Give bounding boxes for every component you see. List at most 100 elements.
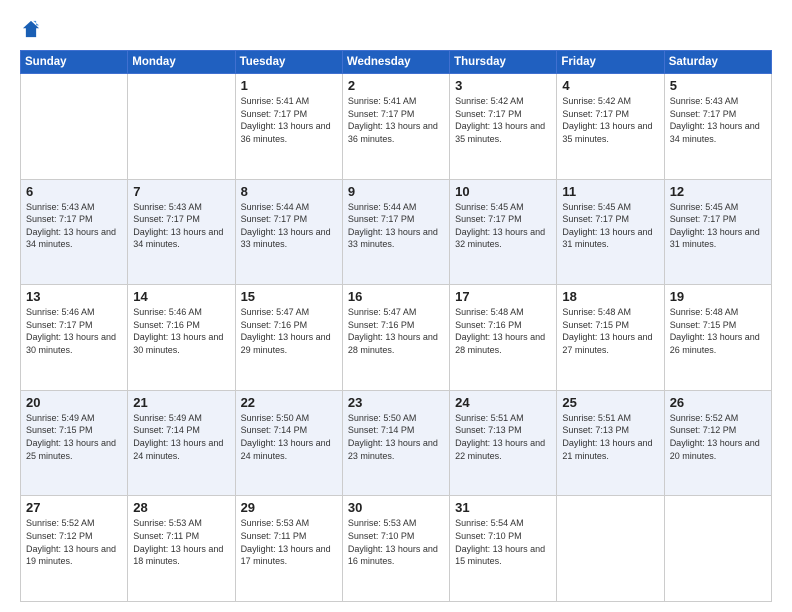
day-number: 1	[241, 78, 337, 93]
day-number: 29	[241, 500, 337, 515]
day-info: Sunrise: 5:52 AMSunset: 7:12 PMDaylight:…	[26, 517, 122, 567]
calendar-cell: 17 Sunrise: 5:48 AMSunset: 7:16 PMDayligh…	[450, 285, 557, 391]
day-number: 30	[348, 500, 444, 515]
day-number: 7	[133, 184, 229, 199]
day-number: 18	[562, 289, 658, 304]
calendar-cell: 18 Sunrise: 5:48 AMSunset: 7:15 PMDayligh…	[557, 285, 664, 391]
day-number: 15	[241, 289, 337, 304]
calendar-cell: 6 Sunrise: 5:43 AMSunset: 7:17 PMDaylight…	[21, 179, 128, 285]
weekday-header: Saturday	[664, 51, 771, 74]
calendar-week-row: 1 Sunrise: 5:41 AMSunset: 7:17 PMDaylight…	[21, 74, 772, 180]
weekday-header: Thursday	[450, 51, 557, 74]
day-info: Sunrise: 5:43 AMSunset: 7:17 PMDaylight:…	[26, 201, 122, 251]
page: SundayMondayTuesdayWednesdayThursdayFrid…	[0, 0, 792, 612]
day-number: 10	[455, 184, 551, 199]
calendar-cell: 25 Sunrise: 5:51 AMSunset: 7:13 PMDayligh…	[557, 390, 664, 496]
day-info: Sunrise: 5:51 AMSunset: 7:13 PMDaylight:…	[562, 412, 658, 462]
calendar-cell: 30 Sunrise: 5:53 AMSunset: 7:10 PMDayligh…	[342, 496, 449, 602]
day-info: Sunrise: 5:52 AMSunset: 7:12 PMDaylight:…	[670, 412, 766, 462]
calendar-cell: 22 Sunrise: 5:50 AMSunset: 7:14 PMDayligh…	[235, 390, 342, 496]
day-number: 11	[562, 184, 658, 199]
calendar-cell: 7 Sunrise: 5:43 AMSunset: 7:17 PMDaylight…	[128, 179, 235, 285]
weekday-header-row: SundayMondayTuesdayWednesdayThursdayFrid…	[21, 51, 772, 74]
calendar-cell: 16 Sunrise: 5:47 AMSunset: 7:16 PMDayligh…	[342, 285, 449, 391]
day-info: Sunrise: 5:49 AMSunset: 7:14 PMDaylight:…	[133, 412, 229, 462]
day-number: 12	[670, 184, 766, 199]
calendar-cell: 21 Sunrise: 5:49 AMSunset: 7:14 PMDayligh…	[128, 390, 235, 496]
day-number: 22	[241, 395, 337, 410]
day-info: Sunrise: 5:42 AMSunset: 7:17 PMDaylight:…	[455, 95, 551, 145]
day-info: Sunrise: 5:43 AMSunset: 7:17 PMDaylight:…	[670, 95, 766, 145]
calendar-cell	[128, 74, 235, 180]
day-number: 13	[26, 289, 122, 304]
calendar-cell: 15 Sunrise: 5:47 AMSunset: 7:16 PMDayligh…	[235, 285, 342, 391]
day-info: Sunrise: 5:50 AMSunset: 7:14 PMDaylight:…	[241, 412, 337, 462]
logo-icon	[20, 18, 42, 40]
calendar-cell	[664, 496, 771, 602]
calendar-week-row: 20Sunrise: 5:49 AMSunset: 7:15 PMDayligh…	[21, 390, 772, 496]
day-number: 28	[133, 500, 229, 515]
day-info: Sunrise: 5:48 AMSunset: 7:15 PMDaylight:…	[670, 306, 766, 356]
calendar-cell: 26 Sunrise: 5:52 AMSunset: 7:12 PMDayligh…	[664, 390, 771, 496]
calendar-cell: 24Sunrise: 5:51 AMSunset: 7:13 PMDayligh…	[450, 390, 557, 496]
day-number: 27	[26, 500, 122, 515]
day-info: Sunrise: 5:46 AMSunset: 7:16 PMDaylight:…	[133, 306, 229, 356]
calendar-cell: 4 Sunrise: 5:42 AMSunset: 7:17 PMDaylight…	[557, 74, 664, 180]
logo	[20, 18, 46, 40]
weekday-header: Wednesday	[342, 51, 449, 74]
day-number: 8	[241, 184, 337, 199]
calendar-cell: 3 Sunrise: 5:42 AMSunset: 7:17 PMDaylight…	[450, 74, 557, 180]
calendar-cell: 27 Sunrise: 5:52 AMSunset: 7:12 PMDayligh…	[21, 496, 128, 602]
calendar-week-row: 6 Sunrise: 5:43 AMSunset: 7:17 PMDaylight…	[21, 179, 772, 285]
day-info: Sunrise: 5:44 AMSunset: 7:17 PMDaylight:…	[241, 201, 337, 251]
day-number: 20	[26, 395, 122, 410]
day-info: Sunrise: 5:47 AMSunset: 7:16 PMDaylight:…	[348, 306, 444, 356]
day-number: 3	[455, 78, 551, 93]
day-number: 21	[133, 395, 229, 410]
day-info: Sunrise: 5:48 AMSunset: 7:15 PMDaylight:…	[562, 306, 658, 356]
day-number: 31	[455, 500, 551, 515]
day-number: 23	[348, 395, 444, 410]
calendar-cell: 28Sunrise: 5:53 AMSunset: 7:11 PMDayligh…	[128, 496, 235, 602]
calendar-cell: 5 Sunrise: 5:43 AMSunset: 7:17 PMDaylight…	[664, 74, 771, 180]
day-number: 25	[562, 395, 658, 410]
calendar-week-row: 13 Sunrise: 5:46 AMSunset: 7:17 PMDayligh…	[21, 285, 772, 391]
day-info: Sunrise: 5:45 AMSunset: 7:17 PMDaylight:…	[670, 201, 766, 251]
day-info: Sunrise: 5:41 AMSunset: 7:17 PMDaylight:…	[348, 95, 444, 145]
day-info: Sunrise: 5:42 AMSunset: 7:17 PMDaylight:…	[562, 95, 658, 145]
calendar-cell: 10Sunrise: 5:45 AMSunset: 7:17 PMDayligh…	[450, 179, 557, 285]
day-info: Sunrise: 5:41 AMSunset: 7:17 PMDaylight:…	[241, 95, 337, 145]
calendar-cell: 2Sunrise: 5:41 AMSunset: 7:17 PMDaylight…	[342, 74, 449, 180]
calendar-cell: 31 Sunrise: 5:54 AMSunset: 7:10 PMDayligh…	[450, 496, 557, 602]
calendar-cell: 13 Sunrise: 5:46 AMSunset: 7:17 PMDayligh…	[21, 285, 128, 391]
calendar-cell: 12 Sunrise: 5:45 AMSunset: 7:17 PMDayligh…	[664, 179, 771, 285]
weekday-header: Sunday	[21, 51, 128, 74]
calendar-week-row: 27 Sunrise: 5:52 AMSunset: 7:12 PMDayligh…	[21, 496, 772, 602]
day-number: 5	[670, 78, 766, 93]
day-info: Sunrise: 5:47 AMSunset: 7:16 PMDaylight:…	[241, 306, 337, 356]
weekday-header: Monday	[128, 51, 235, 74]
day-number: 17	[455, 289, 551, 304]
day-info: Sunrise: 5:51 AMSunset: 7:13 PMDaylight:…	[455, 412, 551, 462]
calendar-cell	[557, 496, 664, 602]
day-number: 14	[133, 289, 229, 304]
day-number: 9	[348, 184, 444, 199]
day-info: Sunrise: 5:53 AMSunset: 7:10 PMDaylight:…	[348, 517, 444, 567]
day-info: Sunrise: 5:48 AMSunset: 7:16 PMDaylight:…	[455, 306, 551, 356]
day-info: Sunrise: 5:54 AMSunset: 7:10 PMDaylight:…	[455, 517, 551, 567]
calendar-cell	[21, 74, 128, 180]
day-number: 6	[26, 184, 122, 199]
day-info: Sunrise: 5:43 AMSunset: 7:17 PMDaylight:…	[133, 201, 229, 251]
calendar-cell: 29 Sunrise: 5:53 AMSunset: 7:11 PMDayligh…	[235, 496, 342, 602]
calendar-cell: 1 Sunrise: 5:41 AMSunset: 7:17 PMDaylight…	[235, 74, 342, 180]
day-number: 19	[670, 289, 766, 304]
day-info: Sunrise: 5:53 AMSunset: 7:11 PMDaylight:…	[241, 517, 337, 567]
day-info: Sunrise: 5:46 AMSunset: 7:17 PMDaylight:…	[26, 306, 122, 356]
day-number: 4	[562, 78, 658, 93]
day-info: Sunrise: 5:50 AMSunset: 7:14 PMDaylight:…	[348, 412, 444, 462]
day-number: 26	[670, 395, 766, 410]
calendar-cell: 9Sunrise: 5:44 AMSunset: 7:17 PMDaylight…	[342, 179, 449, 285]
calendar-table: SundayMondayTuesdayWednesdayThursdayFrid…	[20, 50, 772, 602]
calendar-cell: 23 Sunrise: 5:50 AMSunset: 7:14 PMDayligh…	[342, 390, 449, 496]
day-number: 16	[348, 289, 444, 304]
